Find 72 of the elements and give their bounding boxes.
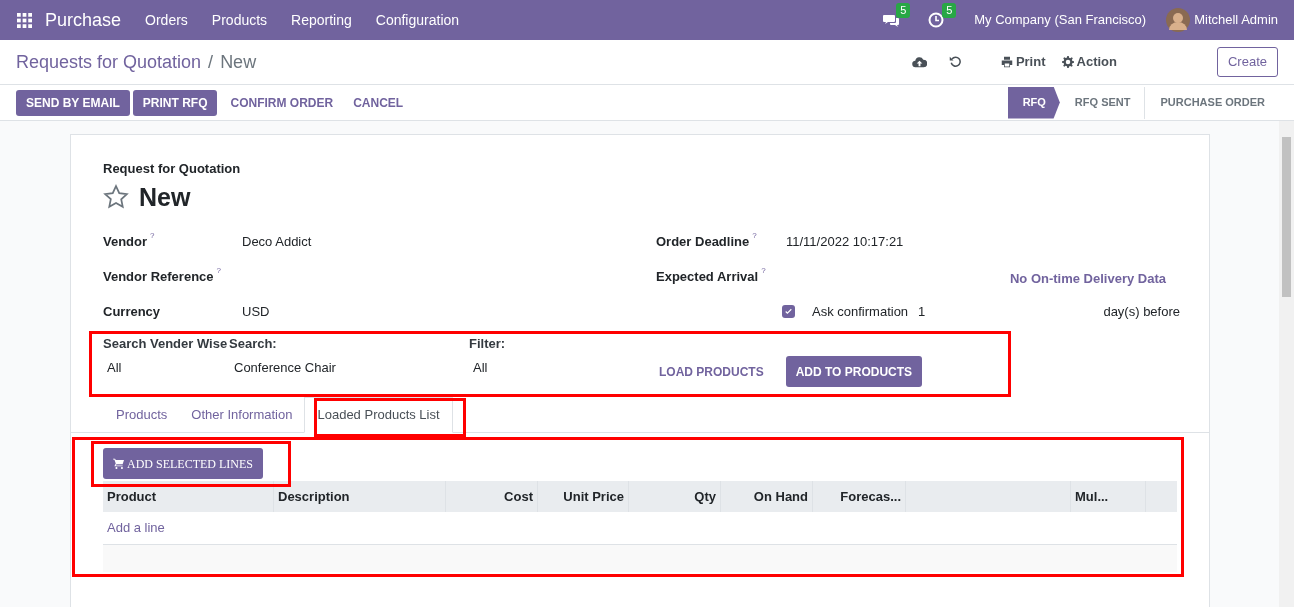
column-header[interactable]: Product: [103, 481, 273, 512]
breadcrumb-link[interactable]: Requests for Quotation: [16, 48, 202, 76]
field-label: Order Deadline: [656, 232, 750, 251]
badge-count: 5: [942, 3, 957, 18]
avatar-icon: [1166, 8, 1191, 32]
printer-icon: [1000, 56, 1013, 68]
toolbar-button[interactable]: Print: [1000, 52, 1046, 72]
header-button[interactable]: SEND BY EMAIL: [16, 89, 130, 116]
settings-icon: [1061, 56, 1074, 68]
column-header[interactable]: Cost: [445, 481, 537, 512]
apps-menu-icon[interactable]: [17, 12, 32, 28]
breadcrumb-current: New: [220, 50, 257, 74]
company-switcher[interactable]: My Company (San Francisco): [974, 10, 1147, 30]
header-button[interactable]: PRINT RFQ: [132, 89, 218, 116]
link-button[interactable]: CONFIRM ORDER: [220, 89, 344, 116]
field-label: Vendor Reference: [103, 267, 214, 286]
tab[interactable]: Loaded Products List: [304, 397, 453, 433]
field-value[interactable]: 11/11/2022 10:17:21: [786, 231, 904, 252]
breadcrumb-separator: /: [208, 50, 214, 74]
check-icon: [784, 307, 793, 316]
star-icon[interactable]: [103, 184, 129, 211]
tab[interactable]: Other Information: [179, 397, 305, 433]
cloud-upload-icon[interactable]: [911, 54, 927, 70]
scrollbar[interactable]: [1279, 121, 1294, 607]
status-stage[interactable]: RFQ: [1007, 86, 1060, 119]
column-header[interactable]: Forecas...: [812, 481, 905, 512]
form-subtitle: Request for Quotation: [103, 160, 242, 178]
add-selected-lines-button[interactable]: ADD SELECTED LINES: [103, 448, 263, 479]
select-field[interactable]: Conference Chair: [229, 358, 469, 378]
checkbox[interactable]: [782, 305, 795, 318]
menu-item[interactable]: Configuration: [363, 9, 472, 31]
checkbox-label: Ask confirmation: [812, 302, 909, 321]
field-value[interactable]: 1: [918, 301, 926, 322]
tab[interactable]: Products: [104, 397, 180, 433]
menu-item[interactable]: Reporting: [279, 9, 364, 31]
cart-icon: [113, 458, 124, 469]
field-label: Filter:: [469, 335, 507, 353]
field-value[interactable]: USD: [242, 301, 270, 322]
load-products-button[interactable]: LOAD PRODUCTS: [657, 362, 766, 381]
menu-item[interactable]: Products: [199, 9, 280, 31]
column-header[interactable]: Description: [273, 481, 445, 512]
field-label: Vendor: [103, 232, 148, 251]
link-button[interactable]: CANCEL: [343, 89, 414, 116]
column-header[interactable]: Qty: [628, 481, 720, 512]
record-title: New: [139, 181, 191, 213]
badge-count: 5: [896, 3, 911, 18]
field-suffix: day(s) before: [1103, 302, 1180, 321]
create-button[interactable]: Create: [1216, 47, 1278, 77]
add-to-products-button[interactable]: ADD TO PRODUCTS: [785, 356, 923, 387]
field-label: Currency: [103, 302, 161, 321]
select-field[interactable]: All: [103, 358, 229, 378]
add-line-link[interactable]: Add a line: [107, 518, 165, 538]
field-label: Expected Arrival: [656, 267, 759, 286]
help-tooltip[interactable]: ?: [752, 229, 757, 242]
field-label: Search Vender Wise: [103, 335, 229, 353]
chat-icon: [882, 13, 901, 29]
menu-item[interactable]: Orders: [133, 9, 200, 31]
field-label: Search:: [229, 335, 278, 353]
help-tooltip[interactable]: ?: [150, 229, 155, 242]
help-tooltip[interactable]: ?: [761, 264, 766, 277]
select-field[interactable]: All: [469, 358, 657, 378]
field-value[interactable]: Deco Addict: [242, 231, 312, 252]
undo-icon[interactable]: [948, 56, 961, 68]
user-menu[interactable]: Mitchell Admin: [1194, 10, 1278, 30]
column-header[interactable]: On Hand: [720, 481, 812, 512]
column-header[interactable]: Unit Price: [537, 481, 628, 512]
help-tooltip[interactable]: ?: [216, 264, 221, 277]
app-name[interactable]: Purchase: [45, 6, 122, 34]
toolbar-button[interactable]: Action: [1061, 52, 1117, 72]
column-header[interactable]: Mul...: [1070, 481, 1145, 512]
delivery-data-link[interactable]: No On-time Delivery Data: [1009, 269, 1166, 289]
clock-icon: [928, 12, 945, 28]
